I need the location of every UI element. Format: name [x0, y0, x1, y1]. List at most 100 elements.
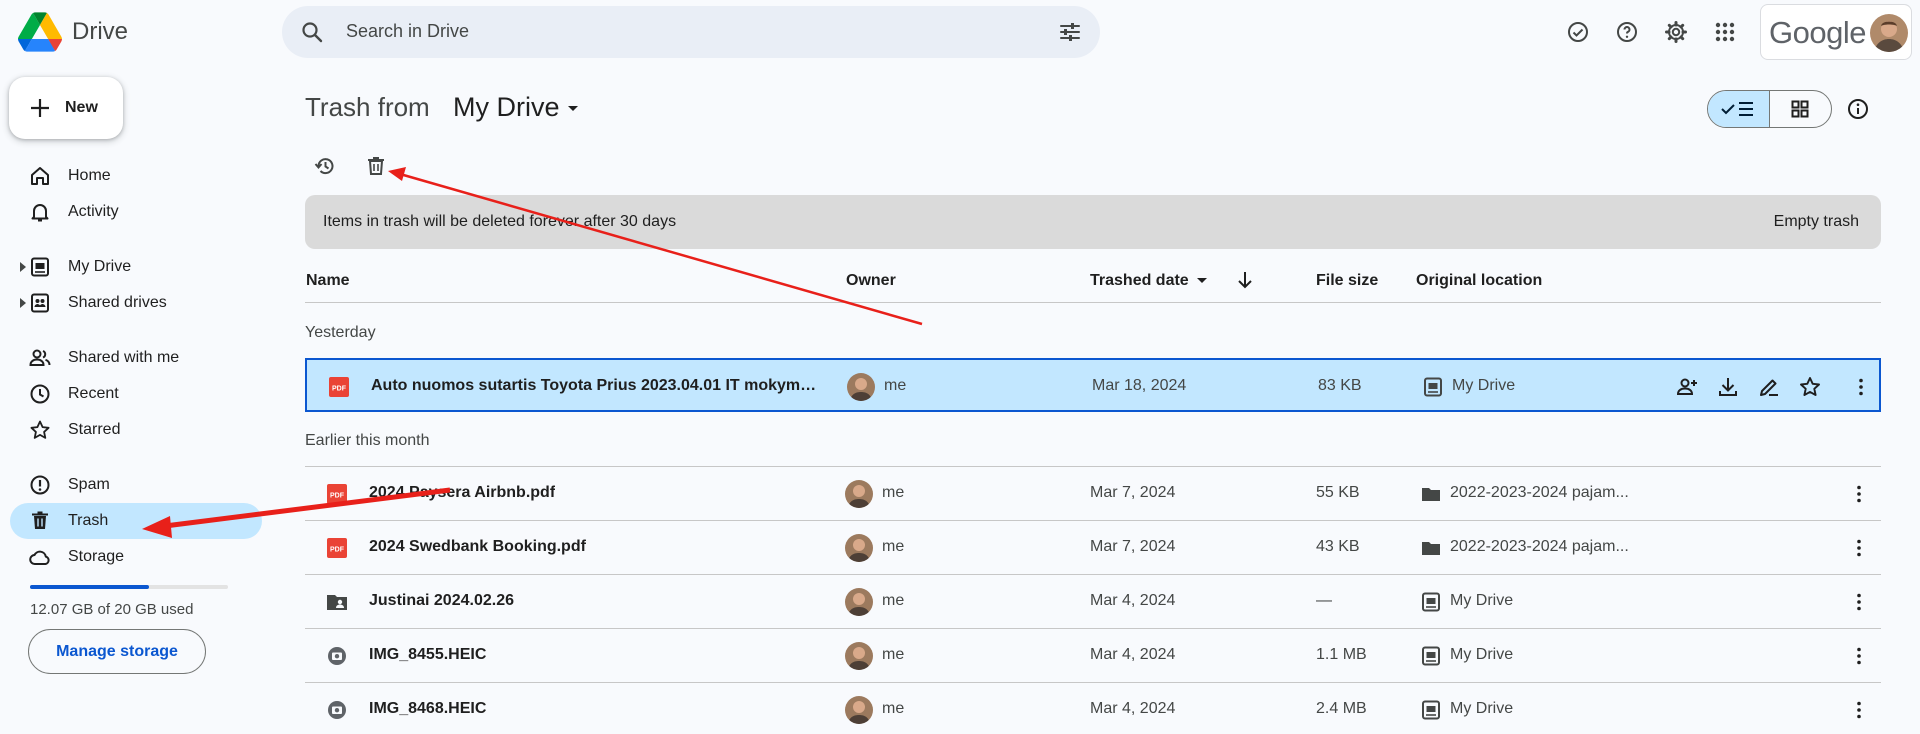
shared-folder-icon — [327, 595, 347, 610]
more-options-icon[interactable] — [1849, 375, 1873, 399]
settings-gear-icon[interactable] — [1656, 12, 1696, 52]
owner-name: me — [882, 700, 905, 717]
file-row[interactable]: PDF Auto nuomos sutartis Toyota Prius 20… — [305, 358, 1881, 412]
shared-drives-icon — [31, 293, 49, 313]
trashed-date: Mar 4, 2024 — [1090, 592, 1176, 609]
owner-name: me — [882, 646, 905, 663]
list-view-button[interactable] — [1708, 91, 1770, 127]
file-row[interactable]: IMG_8468.HEIC me Mar 4, 2024 2.4 MB My D… — [305, 682, 1881, 734]
file-name[interactable]: IMG_8468.HEIC — [369, 700, 486, 718]
ready-for-offline-icon[interactable] — [1558, 12, 1598, 52]
trashed-date: Mar 7, 2024 — [1090, 538, 1176, 555]
apps-grid-icon[interactable] — [1705, 12, 1745, 52]
my-drive-icon — [1422, 700, 1440, 720]
file-size: 2.4 MB — [1316, 700, 1367, 717]
image-file-icon — [328, 647, 346, 665]
original-location[interactable]: My Drive — [1450, 646, 1513, 664]
spam-icon — [30, 475, 50, 495]
manage-storage-button[interactable]: Manage storage — [28, 629, 206, 674]
sidebar-item-home[interactable]: Home — [10, 158, 262, 194]
search-icon[interactable] — [300, 20, 324, 44]
sidebar-item-storage[interactable]: Storage — [10, 539, 262, 575]
storage-usage-bar — [30, 585, 228, 589]
file-row[interactable]: PDF 2024 Swedbank Booking.pdf me Mar 7, … — [305, 520, 1881, 574]
search-bar[interactable]: Search in Drive — [282, 6, 1100, 58]
more-options-icon[interactable] — [1847, 482, 1871, 506]
search-input[interactable]: Search in Drive — [346, 21, 469, 42]
more-options-icon[interactable] — [1847, 590, 1871, 614]
cloud-icon — [29, 550, 50, 565]
check-list-icon — [1721, 102, 1754, 116]
expand-caret-icon[interactable] — [19, 298, 27, 308]
file-name[interactable]: 2024 Swedbank Booking.pdf — [369, 538, 586, 556]
more-options-icon[interactable] — [1847, 698, 1871, 722]
drive-logo[interactable]: Drive — [18, 12, 128, 52]
google-wordmark: Google — [1769, 15, 1866, 50]
pdf-file-icon: PDF — [327, 484, 347, 504]
star-icon[interactable] — [1798, 375, 1822, 399]
sidebar-item-recent[interactable]: Recent — [10, 376, 262, 412]
new-button[interactable]: New — [9, 77, 123, 139]
details-info-icon[interactable] — [1843, 94, 1873, 124]
file-name[interactable]: IMG_8455.HEIC — [369, 646, 486, 664]
sidebar-item-label: Shared with me — [68, 349, 180, 366]
storage-usage-fill — [30, 585, 150, 589]
sidebar-item-activity[interactable]: Activity — [10, 194, 262, 230]
download-icon[interactable] — [1716, 375, 1740, 399]
rename-pencil-icon[interactable] — [1757, 375, 1781, 399]
bell-icon — [31, 204, 49, 222]
sidebar-item-spam[interactable]: Spam — [10, 467, 262, 503]
file-size: 43 KB — [1316, 538, 1360, 555]
file-name[interactable]: Justinai 2024.02.26 — [369, 592, 514, 610]
grid-view-button[interactable] — [1770, 91, 1832, 127]
original-location[interactable]: 2022-2023-2024 pajam... — [1450, 538, 1629, 556]
section-label-yesterday: Yesterday — [305, 324, 376, 341]
file-size: — — [1316, 592, 1332, 609]
file-row[interactable]: PDF 2024 Paysera Airbnb.pdf me Mar 7, 20… — [305, 466, 1881, 520]
sidebar-item-starred[interactable]: Starred — [10, 412, 262, 448]
account-avatar[interactable] — [1870, 14, 1908, 52]
sidebar-item-my-drive[interactable]: My Drive — [10, 249, 262, 285]
sort-direction-arrow-icon[interactable] — [1236, 270, 1254, 290]
restore-history-icon[interactable] — [313, 154, 337, 178]
file-row[interactable]: IMG_8455.HEIC me Mar 4, 2024 1.1 MB My D… — [305, 628, 1881, 682]
owner-avatar — [845, 480, 873, 508]
file-row[interactable]: Justinai 2024.02.26 me Mar 4, 2024 — My … — [305, 574, 1881, 628]
image-file-icon — [328, 701, 346, 719]
sidebar-item-label: Spam — [68, 476, 110, 493]
folder-icon — [1422, 542, 1440, 555]
empty-trash-button[interactable]: Empty trash — [1774, 213, 1859, 231]
share-add-person-icon[interactable] — [1675, 375, 1699, 399]
storage-usage-text: 12.07 GB of 20 GB used — [30, 601, 194, 618]
original-location[interactable]: My Drive — [1452, 377, 1515, 395]
location-dropdown[interactable]: My Drive — [453, 92, 580, 123]
expand-caret-icon[interactable] — [19, 262, 27, 272]
file-size: 1.1 MB — [1316, 646, 1367, 663]
sidebar-item-trash[interactable]: Trash — [10, 503, 262, 539]
sidebar-item-shared-with-me[interactable]: Shared with me — [10, 340, 262, 376]
view-toggle[interactable] — [1707, 90, 1832, 128]
delete-forever-icon[interactable] — [364, 154, 388, 178]
column-header-owner[interactable]: Owner — [846, 272, 896, 290]
sidebar-item-label: Trash — [68, 512, 109, 529]
column-header-name[interactable]: Name — [306, 272, 350, 290]
more-options-icon[interactable] — [1847, 644, 1871, 668]
file-name[interactable]: 2024 Paysera Airbnb.pdf — [369, 484, 555, 502]
column-header-original-location[interactable]: Original location — [1416, 272, 1542, 290]
file-name[interactable]: Auto nuomos sutartis Toyota Prius 2023.0… — [371, 377, 823, 395]
grid-view-icon — [1791, 100, 1809, 118]
original-location[interactable]: 2022-2023-2024 pajam... — [1450, 484, 1629, 502]
star-icon — [30, 420, 50, 439]
new-button-label: New — [65, 99, 98, 116]
help-icon[interactable] — [1607, 12, 1647, 52]
column-header-file-size[interactable]: File size — [1316, 272, 1378, 290]
sidebar-item-label: Activity — [68, 203, 119, 220]
more-options-icon[interactable] — [1847, 536, 1871, 560]
original-location[interactable]: My Drive — [1450, 700, 1513, 718]
search-options-icon[interactable] — [1058, 20, 1082, 44]
trash-info-banner: Items in trash will be deleted forever a… — [305, 195, 1881, 249]
column-header-trashed-date[interactable]: Trashed date — [1090, 272, 1208, 290]
account-switcher[interactable]: Google — [1760, 4, 1912, 60]
original-location[interactable]: My Drive — [1450, 592, 1513, 610]
sidebar-item-shared-drives[interactable]: Shared drives — [10, 285, 262, 321]
